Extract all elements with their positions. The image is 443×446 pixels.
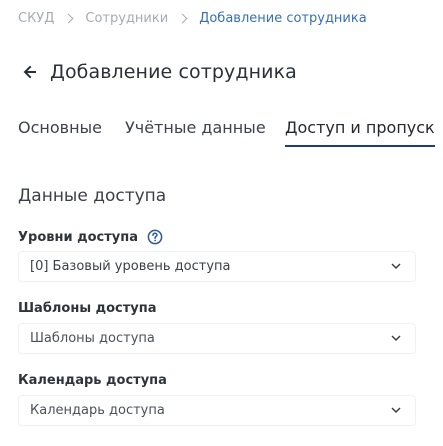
- active-tab-indicator: [285, 144, 435, 147]
- tab-access-pass[interactable]: Доступ и пропуск: [285, 118, 435, 147]
- chevron-down-icon: [391, 407, 401, 414]
- access-levels-label-text: Уровни доступа: [18, 229, 139, 245]
- breadcrumb-item-skud[interactable]: СКУД: [18, 11, 54, 26]
- question-circle-icon[interactable]: [147, 229, 163, 245]
- tab-credentials-label: Учётные данные: [125, 118, 266, 137]
- access-templates-placeholder: Шаблоны доступа: [30, 331, 155, 346]
- access-templates-label: Шаблоны доступа: [18, 301, 157, 316]
- access-templates-label-text: Шаблоны доступа: [18, 301, 157, 316]
- breadcrumb-item-current: Добавление сотрудника: [199, 11, 367, 26]
- tab-main-label: Основные: [18, 118, 103, 137]
- chevron-down-icon: [391, 335, 401, 342]
- page-header: Добавление сотрудника: [22, 61, 297, 83]
- access-levels-value: [0] Базовый уровень доступа: [30, 259, 231, 274]
- access-calendar-label-text: Календарь доступа: [18, 373, 167, 388]
- breadcrumb: СКУД Сотрудники Добавление сотрудника: [18, 11, 367, 26]
- chevron-down-icon: [391, 263, 401, 270]
- tab-main[interactable]: Основные: [18, 118, 102, 147]
- chevron-right-icon: [63, 13, 74, 24]
- tab-bar: Основные Учётные данные Доступ и пропуск: [0, 118, 443, 158]
- breadcrumb-item-employees[interactable]: Сотрудники: [85, 11, 168, 26]
- access-calendar-select[interactable]: Календарь доступа: [18, 395, 416, 426]
- access-calendar-label: Календарь доступа: [18, 373, 167, 388]
- arrow-left-icon[interactable]: [22, 64, 38, 80]
- page-title: Добавление сотрудника: [50, 61, 297, 83]
- tab-credentials[interactable]: Учётные данные: [125, 118, 266, 147]
- access-levels-label: Уровни доступа: [18, 229, 163, 245]
- chevron-right-icon: [177, 13, 188, 24]
- access-templates-select[interactable]: Шаблоны доступа: [18, 323, 416, 354]
- section-title: Данные доступа: [18, 186, 167, 206]
- access-levels-select[interactable]: [0] Базовый уровень доступа: [18, 251, 416, 282]
- tab-access-pass-label: Доступ и пропуск: [285, 118, 435, 137]
- access-calendar-placeholder: Календарь доступа: [30, 403, 165, 418]
